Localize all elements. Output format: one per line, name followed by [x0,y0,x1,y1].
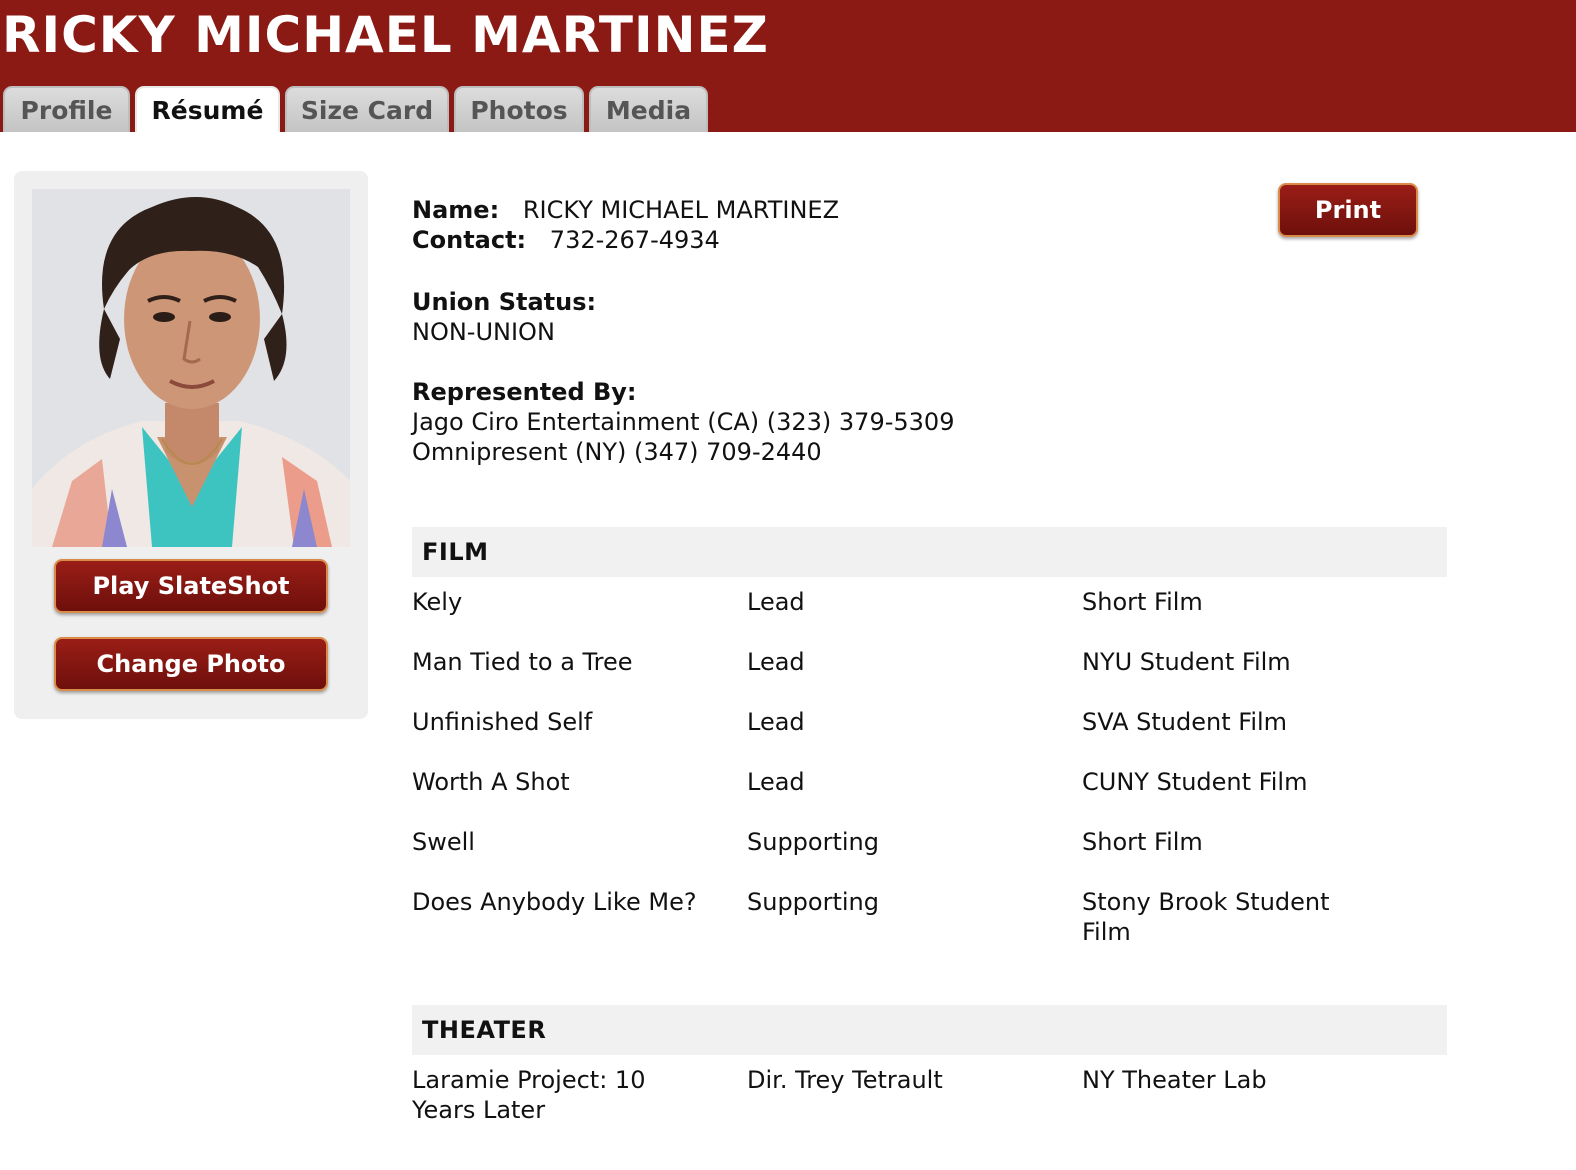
credit-role: Lead [747,588,805,616]
credit-company: CUNY Student Film [1082,768,1308,796]
photo-panel: Play SlateShot Change Photo [14,171,368,719]
union-status-label: Union Status: [412,288,597,316]
tab-photos[interactable]: Photos [454,86,584,132]
representation-item: Jago Ciro Entertainment (CA) (323) 379-5… [412,408,955,436]
credit-role: Lead [747,708,805,736]
change-photo-button[interactable]: Change Photo [54,637,328,691]
credit-role: Supporting [747,828,879,856]
contact-value: 732-267-4934 [549,226,720,254]
credit-project: Laramie Project: 10 Years Later [412,1066,646,1124]
credit-role: Lead [747,648,805,676]
credit-company: Stony Brook Student Film [1082,888,1330,946]
credit-company: Short Film [1082,588,1203,616]
contact-label: Contact: [412,226,527,254]
tab-size-card[interactable]: Size Card [285,86,449,132]
tab-resume[interactable]: Résumé [135,86,280,132]
credit-role: Supporting [747,888,879,916]
credit-project: Does Anybody Like Me? [412,888,697,916]
represented-by-label: Represented By: [412,378,637,406]
tab-profile[interactable]: Profile [3,86,130,132]
contact-line: Contact: 732-267-4934 [412,225,720,255]
credit-project: Unfinished Self [412,708,593,736]
name-label: Name: [412,196,500,224]
union-status-value: NON-UNION [412,318,555,346]
actor-name-title: RICKY MICHAEL MARTINEZ [2,6,769,64]
tab-media[interactable]: Media [589,86,708,132]
section-header-film: FILM [412,527,1447,577]
credit-company: SVA Student Film [1082,708,1288,736]
credit-company: NY Theater Lab [1082,1066,1267,1094]
section-header-theater: THEATER [412,1005,1447,1055]
credit-project: Worth A Shot [412,768,570,796]
credit-project: Kely [412,588,463,616]
print-button[interactable]: Print [1278,183,1418,237]
name-value: RICKY MICHAEL MARTINEZ [522,196,840,224]
name-line: Name: RICKY MICHAEL MARTINEZ [412,195,839,225]
credit-company: NYU Student Film [1082,648,1291,676]
play-slateshot-button[interactable]: Play SlateShot [54,559,328,613]
credit-project: Man Tied to a Tree [412,648,633,676]
credit-role: Lead [747,768,805,796]
representation-item: Omnipresent (NY) (347) 709-2440 [412,438,822,466]
credit-role: Dir. Trey Tetrault [747,1066,943,1094]
credit-project: Swell [412,828,475,856]
credit-company: Short Film [1082,828,1203,856]
headshot-photo [32,189,350,547]
